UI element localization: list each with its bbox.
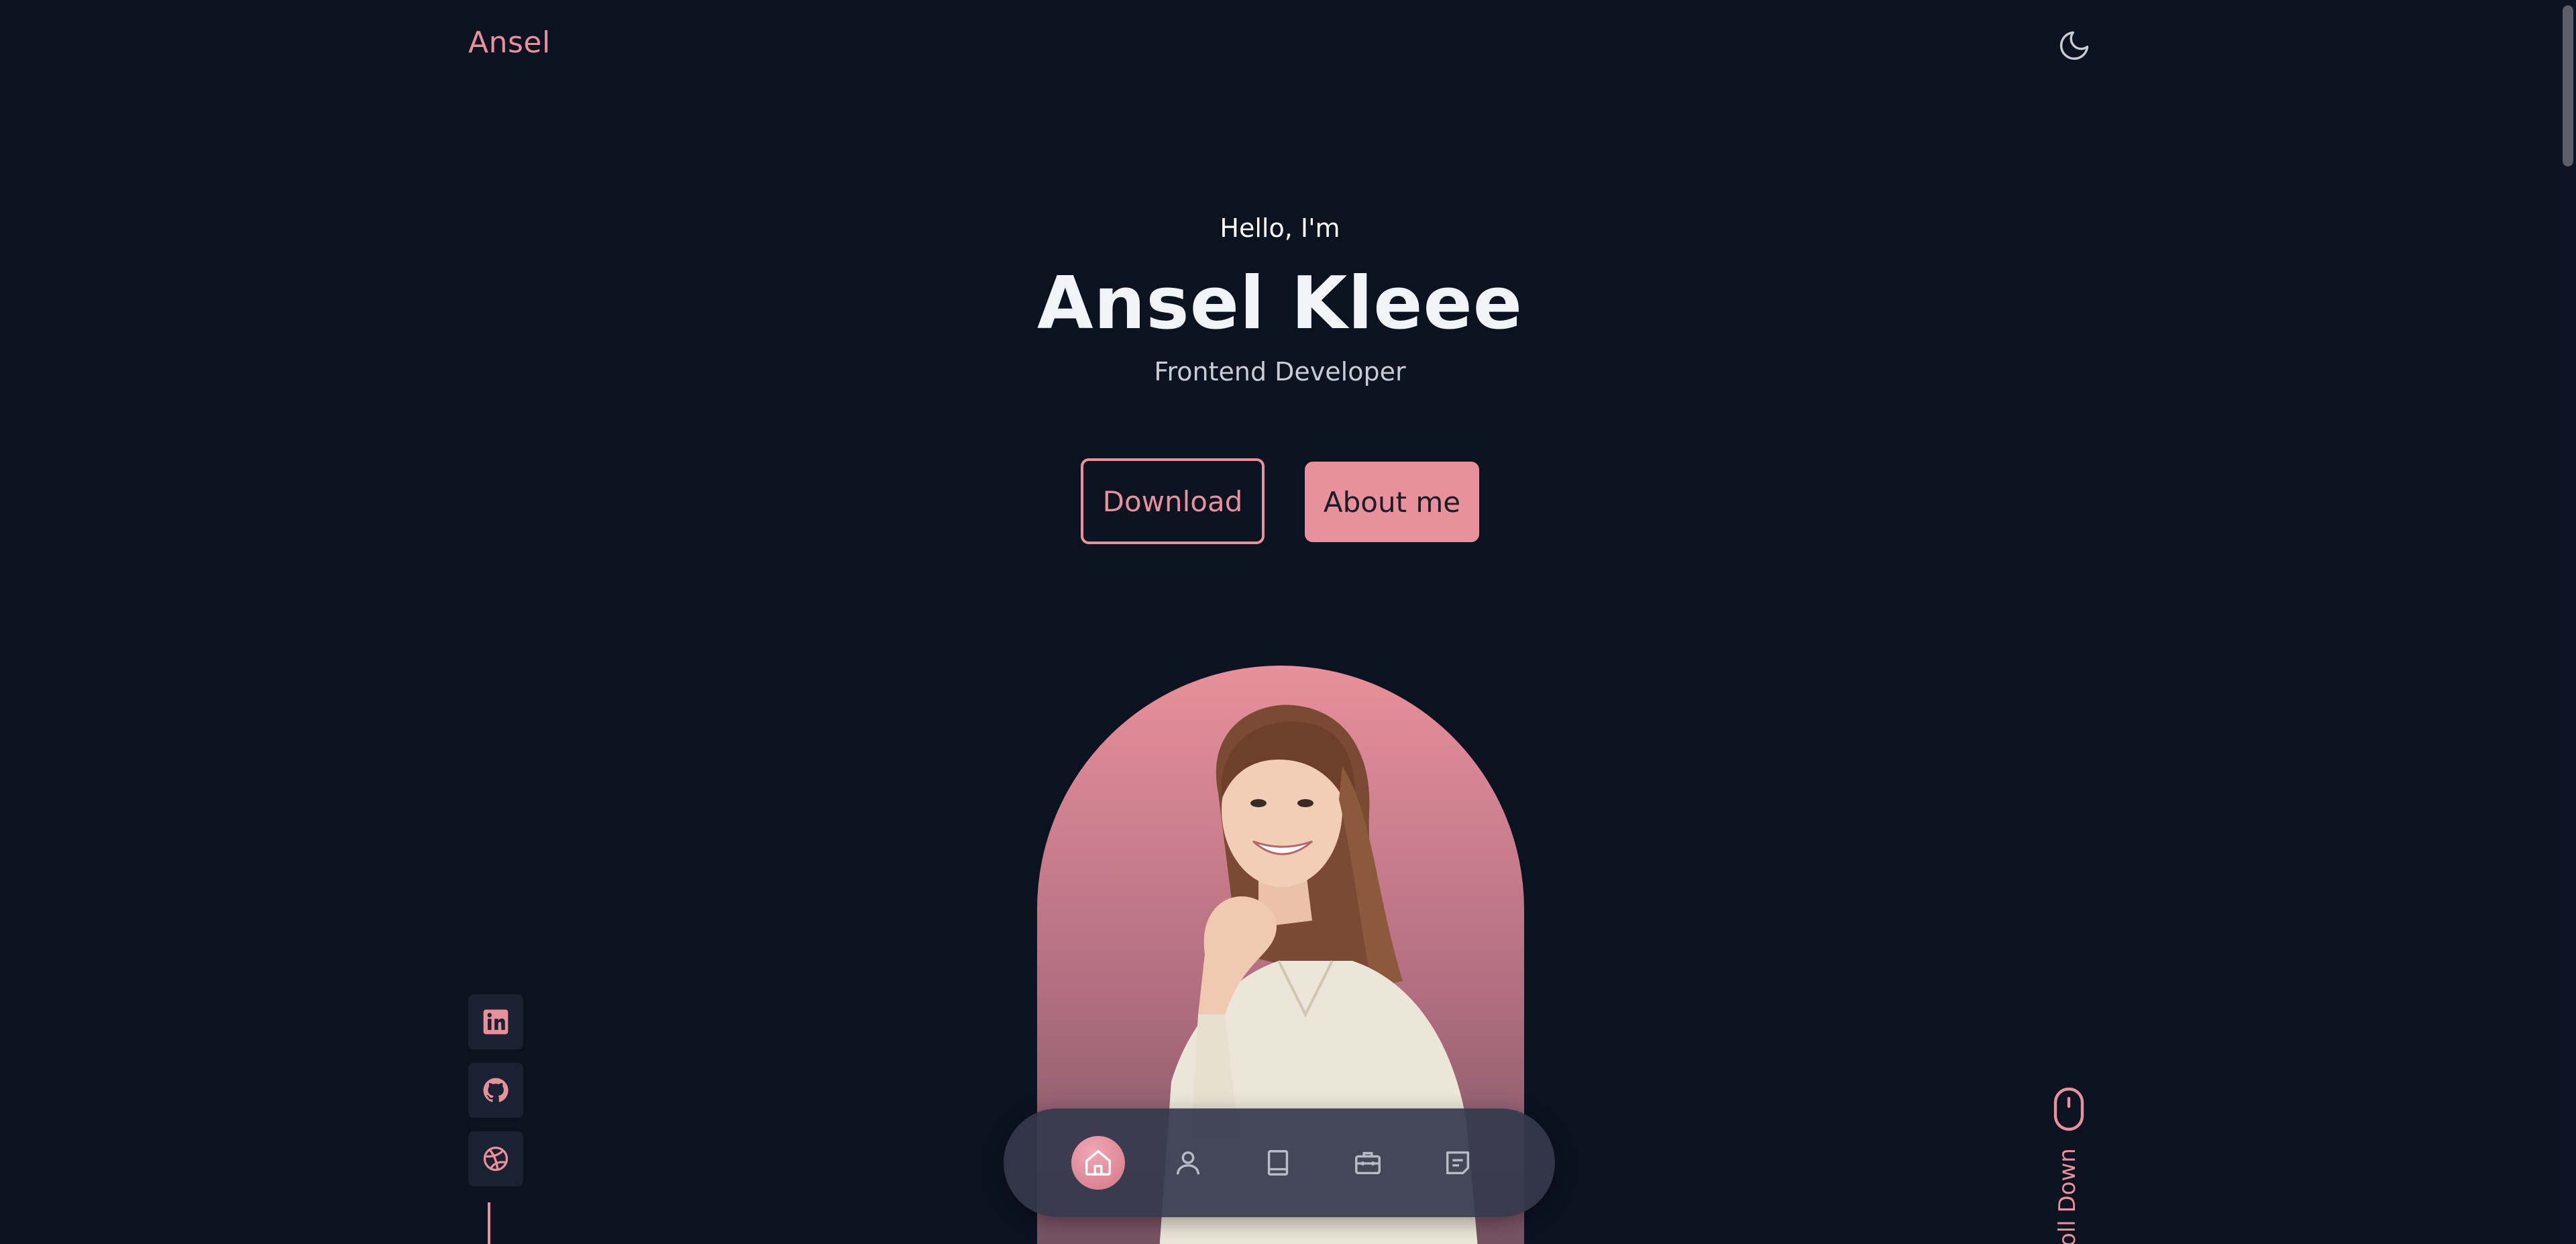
bottom-navigation bbox=[1004, 1108, 1555, 1217]
scrollbar-track[interactable] bbox=[2560, 0, 2576, 1244]
dribbble-icon bbox=[483, 1146, 508, 1172]
user-icon bbox=[1176, 1151, 1200, 1175]
nav-home-button[interactable] bbox=[1071, 1136, 1125, 1190]
nav-contact-button[interactable] bbox=[1431, 1136, 1485, 1190]
theme-toggle-button[interactable] bbox=[2055, 27, 2093, 64]
scroll-down-label: oll Down bbox=[2054, 1148, 2081, 1244]
social-linkedin-button[interactable] bbox=[468, 994, 523, 1049]
hero-greeting: Hello, I'm bbox=[1220, 213, 1340, 243]
hero-name: Ansel Kleee bbox=[1036, 262, 1523, 346]
portfolio-page: Ansel Hello, I'm Ansel Kleee Frontend De… bbox=[0, 0, 2576, 1244]
logo[interactable]: Ansel bbox=[468, 25, 551, 60]
nav-skills-button[interactable] bbox=[1251, 1136, 1305, 1190]
download-button[interactable]: Download bbox=[1081, 458, 1265, 544]
book-icon bbox=[1267, 1150, 1289, 1176]
social-dribbble-button[interactable] bbox=[468, 1131, 523, 1186]
mouse-icon bbox=[2053, 1087, 2084, 1131]
home-icon bbox=[1085, 1150, 1111, 1176]
moon-icon bbox=[2059, 31, 2089, 60]
briefcase-icon bbox=[1355, 1151, 1381, 1175]
social-github-button[interactable] bbox=[468, 1063, 523, 1118]
message-icon bbox=[1446, 1151, 1470, 1175]
hero-role: Frontend Developer bbox=[1154, 357, 1406, 386]
linkedin-icon bbox=[483, 1009, 508, 1035]
scrollbar-thumb[interactable] bbox=[2563, 5, 2573, 166]
scroll-down-link[interactable]: oll Down bbox=[2047, 1086, 2090, 1244]
nav-portfolio-button[interactable] bbox=[1341, 1136, 1395, 1190]
about-me-button[interactable]: About me bbox=[1305, 462, 1479, 542]
github-icon bbox=[483, 1078, 508, 1102]
social-divider-line bbox=[488, 1202, 490, 1244]
nav-about-button[interactable] bbox=[1161, 1136, 1215, 1190]
